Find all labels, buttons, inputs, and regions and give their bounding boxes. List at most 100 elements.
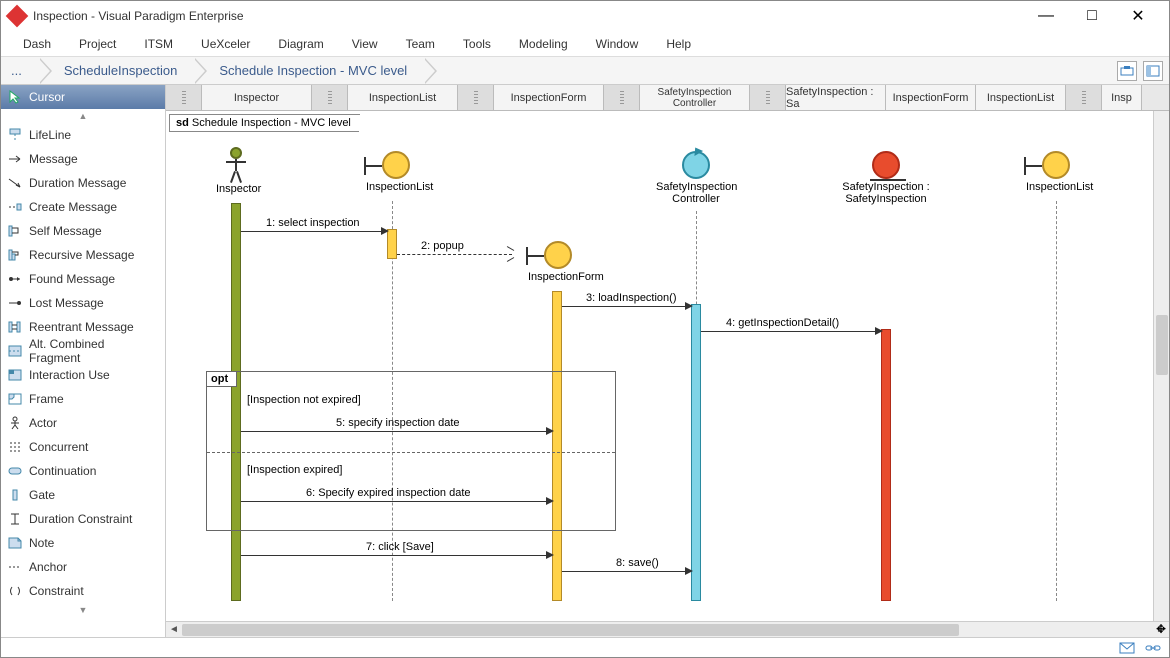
menu-window[interactable]: Window [582,33,653,55]
lifeline-tabs: Inspector InspectionList InspectionForm … [166,85,1169,111]
message-label: 1: select inspection [266,217,360,229]
message-8[interactable] [562,571,691,572]
frame-title: Schedule Inspection - MVC level [192,117,351,129]
toolbar-fit-icon[interactable] [1117,61,1137,81]
breadcrumb-mvc-level[interactable]: Schedule Inspection - MVC level [195,58,425,84]
close-button[interactable]: ✕ [1115,1,1161,31]
vertical-scrollbar[interactable] [1153,111,1169,621]
message-3[interactable] [562,306,691,307]
tool-lost-message[interactable]: Lost Message [1,291,165,315]
tool-found-message[interactable]: Found Message [1,267,165,291]
message-2[interactable] [397,254,512,255]
lifeline-entity[interactable]: SafetyInspection : SafetyInspection [806,151,966,205]
menu-project[interactable]: Project [65,33,130,55]
message-7[interactable] [241,555,552,556]
tool-concurrent[interactable]: Concurrent [1,435,165,459]
tab-inspectionlist2[interactable]: InspectionList [976,85,1066,110]
tab-grip[interactable] [458,85,494,110]
menu-tools[interactable]: Tools [449,33,505,55]
tab-inspectionform2[interactable]: InspectionForm [886,85,976,110]
mail-icon[interactable] [1119,641,1135,655]
concurrent-icon [7,439,23,455]
tool-gate[interactable]: Gate [1,483,165,507]
opt-guard: [Inspection not expired] [247,394,361,406]
tool-message[interactable]: Message [1,147,165,171]
message-icon [7,151,23,167]
sequence-diagram-canvas[interactable]: sd Schedule Inspection - MVC level Inspe… [166,111,1169,621]
tool-recursive-message[interactable]: Recursive Message [1,243,165,267]
tool-note[interactable]: Note [1,531,165,555]
menu-diagram[interactable]: Diagram [264,33,337,55]
link-icon[interactable] [1145,641,1161,655]
toolbar-panel-icon[interactable] [1143,61,1163,81]
tool-cursor[interactable]: Cursor [1,85,165,109]
lifeline-controller[interactable]: SafetyInspectionController [656,151,736,205]
tab-inspectionlist[interactable]: InspectionList [348,85,458,110]
tool-lifeline[interactable]: LifeLine [1,123,165,147]
menu-view[interactable]: View [338,33,392,55]
tool-alt-fragment[interactable]: Alt. Combined Fragment [1,339,165,363]
lifeline-dash [1056,201,1057,601]
lifeline-inspector[interactable]: Inspector [216,147,256,195]
tab-insp[interactable]: Insp [1102,85,1142,110]
message-5[interactable] [241,431,552,432]
tab-grip[interactable] [312,85,348,110]
activation-entity[interactable] [881,329,891,601]
tool-label: Continuation [29,464,96,478]
frame-icon [7,391,23,407]
menu-modeling[interactable]: Modeling [505,33,582,55]
tool-duration-constraint[interactable]: Duration Constraint [1,507,165,531]
tab-grip[interactable] [166,85,202,110]
tool-self-message[interactable]: Self Message [1,219,165,243]
breadcrumb-ellipsis[interactable]: ... [1,58,40,84]
menu-team[interactable]: Team [392,33,449,55]
tab-grip[interactable] [604,85,640,110]
move-handle-icon[interactable]: ✥ [1153,621,1169,637]
palette-collapse-down[interactable]: ▼ [1,603,165,617]
lifeline-inspectionform[interactable]: InspectionForm [528,241,588,283]
minimize-button[interactable]: ― [1023,1,1069,31]
tool-create-message[interactable]: Create Message [1,195,165,219]
tool-constraint[interactable]: Constraint [1,579,165,603]
tab-safetyinspection[interactable]: SafetyInspection : Sa [786,85,886,110]
tool-label: Cursor [29,90,65,104]
tool-reentrant-message[interactable]: Reentrant Message [1,315,165,339]
tool-actor[interactable]: Actor [1,411,165,435]
tab-inspectionform[interactable]: InspectionForm [494,85,604,110]
horizontal-scrollbar[interactable]: ◄ ► [166,621,1169,637]
lifeline-inspectionlist2[interactable]: InspectionList [1026,151,1086,193]
diagram-frame-label: sd Schedule Inspection - MVC level [169,114,360,132]
tab-controller[interactable]: SafetyInspection Controller [640,85,750,110]
palette-collapse-up[interactable]: ▲ [1,109,165,123]
lifeline-label: SafetyInspectionController [656,181,736,205]
duration-message-icon [7,175,23,191]
tool-frame[interactable]: Frame [1,387,165,411]
message-4[interactable] [701,331,881,332]
scroll-left-icon[interactable]: ◄ [166,622,182,637]
tool-anchor[interactable]: Anchor [1,555,165,579]
statusbar [1,637,1169,657]
tool-label: Interaction Use [29,368,110,382]
tool-continuation[interactable]: Continuation [1,459,165,483]
boundary-icon [544,241,572,269]
activation-controller[interactable] [691,304,701,601]
tool-interaction-use[interactable]: Interaction Use [1,363,165,387]
tool-label: Message [29,152,78,166]
menu-dash[interactable]: Dash [9,33,65,55]
maximize-button[interactable]: □ [1069,1,1115,31]
menu-help[interactable]: Help [652,33,705,55]
note-icon [7,535,23,551]
opt-fragment[interactable]: opt [Inspection not expired] [Inspection… [206,371,616,531]
message-6[interactable] [241,501,552,502]
breadcrumb-scheduleinspection[interactable]: ScheduleInspection [40,58,195,84]
message-label: 3: loadInspection() [586,292,677,304]
message-1[interactable] [241,231,387,232]
tab-grip[interactable] [1066,85,1102,110]
menu-itsm[interactable]: ITSM [130,33,187,55]
menu-uexceler[interactable]: UeXceler [187,33,264,55]
tab-inspector[interactable]: Inspector [202,85,312,110]
gate-icon [7,487,23,503]
tab-grip[interactable] [750,85,786,110]
lifeline-inspectionlist[interactable]: InspectionList [366,151,426,193]
tool-duration-message[interactable]: Duration Message [1,171,165,195]
